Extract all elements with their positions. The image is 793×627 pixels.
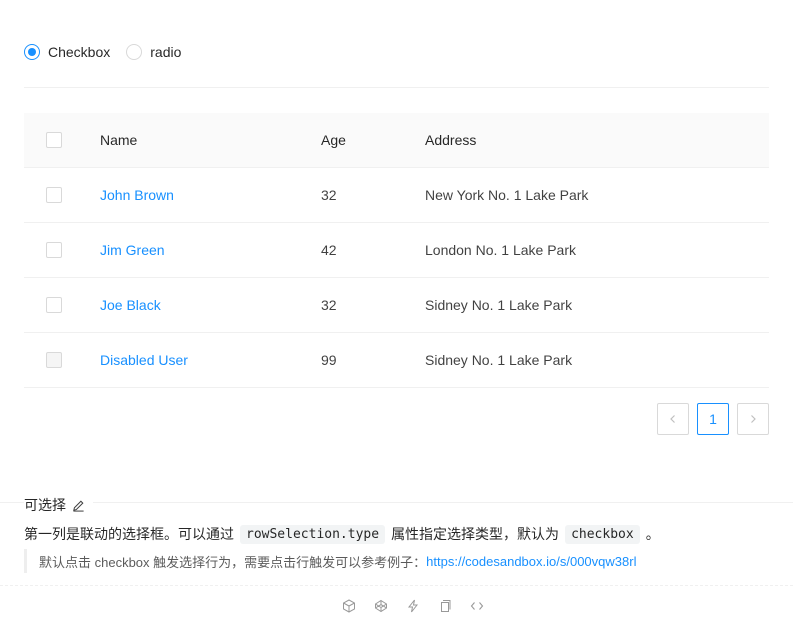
radio-checkbox-label: Checkbox [48, 44, 111, 60]
actions-divider [0, 585, 793, 586]
age-cell: 32 [321, 187, 337, 203]
row-checkbox[interactable] [46, 297, 62, 313]
codesandbox-icon[interactable] [341, 598, 357, 614]
demo-note: 默认点击 checkbox 触发选择行为，需要点击行触发可以参考例子： http… [24, 549, 636, 573]
name-link[interactable]: John Brown [100, 187, 174, 203]
column-header-address[interactable]: Address [425, 132, 769, 148]
table-header-row: Name Age Address [24, 113, 769, 168]
radio-radio-label: radio [150, 44, 182, 60]
table-row[interactable]: Joe Black 32 Sidney No. 1 Lake Park [24, 278, 769, 333]
name-link[interactable]: Joe Black [100, 297, 161, 313]
demo-title-text: 可选择 [24, 497, 66, 513]
select-all-checkbox[interactable] [46, 132, 62, 148]
table-row[interactable]: John Brown 32 New York No. 1 Lake Park [24, 168, 769, 223]
code-row-selection-type: rowSelection.type [240, 524, 386, 544]
name-link[interactable]: Jim Green [100, 242, 165, 258]
next-page-button[interactable] [737, 403, 769, 435]
column-header-age[interactable]: Age [321, 132, 425, 148]
row-checkbox[interactable] [46, 187, 62, 203]
radio-checkbox-option[interactable]: Checkbox [24, 44, 110, 60]
selection-type-radio-group: Checkbox radio [24, 44, 197, 60]
thunderbolt-icon[interactable] [405, 598, 421, 614]
radio-checkbox-circle[interactable] [24, 44, 40, 60]
address-cell: London No. 1 Lake Park [425, 242, 576, 258]
edit-icon[interactable] [72, 499, 85, 512]
demo-divider [0, 502, 793, 503]
radio-radio-option[interactable]: radio [126, 44, 181, 60]
chevron-left-icon [670, 415, 675, 423]
table-row[interactable]: Disabled User 99 Sidney No. 1 Lake Park [24, 333, 769, 388]
demo-description: 第一列是联动的选择框。可以通过 rowSelection.type 属性指定选择… [24, 524, 660, 544]
radio-radio-circle[interactable] [126, 44, 143, 60]
user-table: Name Age Address John Brown 32 New York … [24, 113, 769, 388]
codesandbox-link[interactable]: https://codesandbox.io/s/000vqw38rl [426, 554, 636, 569]
age-cell: 42 [321, 242, 337, 258]
note-text: 默认点击 checkbox 触发选择行为，需要点击行触发可以参考例子： [39, 554, 427, 570]
codepen-icon[interactable] [373, 598, 389, 614]
chevron-right-icon [751, 415, 756, 423]
code-icon[interactable] [469, 598, 485, 614]
copy-icon[interactable] [437, 598, 453, 614]
desc-text-before: 第一列是联动的选择框。可以通过 [24, 526, 234, 542]
name-link[interactable]: Disabled User [100, 352, 188, 368]
desc-text-middle: 属性指定选择类型，默认为 [391, 526, 560, 542]
age-cell: 99 [321, 352, 337, 368]
demo-title: 可选择 [24, 495, 93, 515]
age-cell: 32 [321, 297, 337, 313]
address-cell: Sidney No. 1 Lake Park [425, 297, 573, 313]
row-checkbox-disabled [46, 352, 62, 368]
pagination: 1 [657, 403, 769, 435]
address-cell: Sidney No. 1 Lake Park [425, 352, 573, 368]
table-row[interactable]: Jim Green 42 London No. 1 Lake Park [24, 223, 769, 278]
address-cell: New York No. 1 Lake Park [425, 187, 589, 203]
row-checkbox[interactable] [46, 242, 62, 258]
desc-text-after: 。 [645, 526, 660, 542]
column-header-name[interactable]: Name [100, 132, 321, 148]
page-button-1[interactable]: 1 [697, 403, 729, 435]
divider [24, 87, 769, 88]
code-checkbox: checkbox [565, 524, 640, 544]
prev-page-button[interactable] [657, 403, 689, 435]
code-actions [341, 598, 485, 614]
